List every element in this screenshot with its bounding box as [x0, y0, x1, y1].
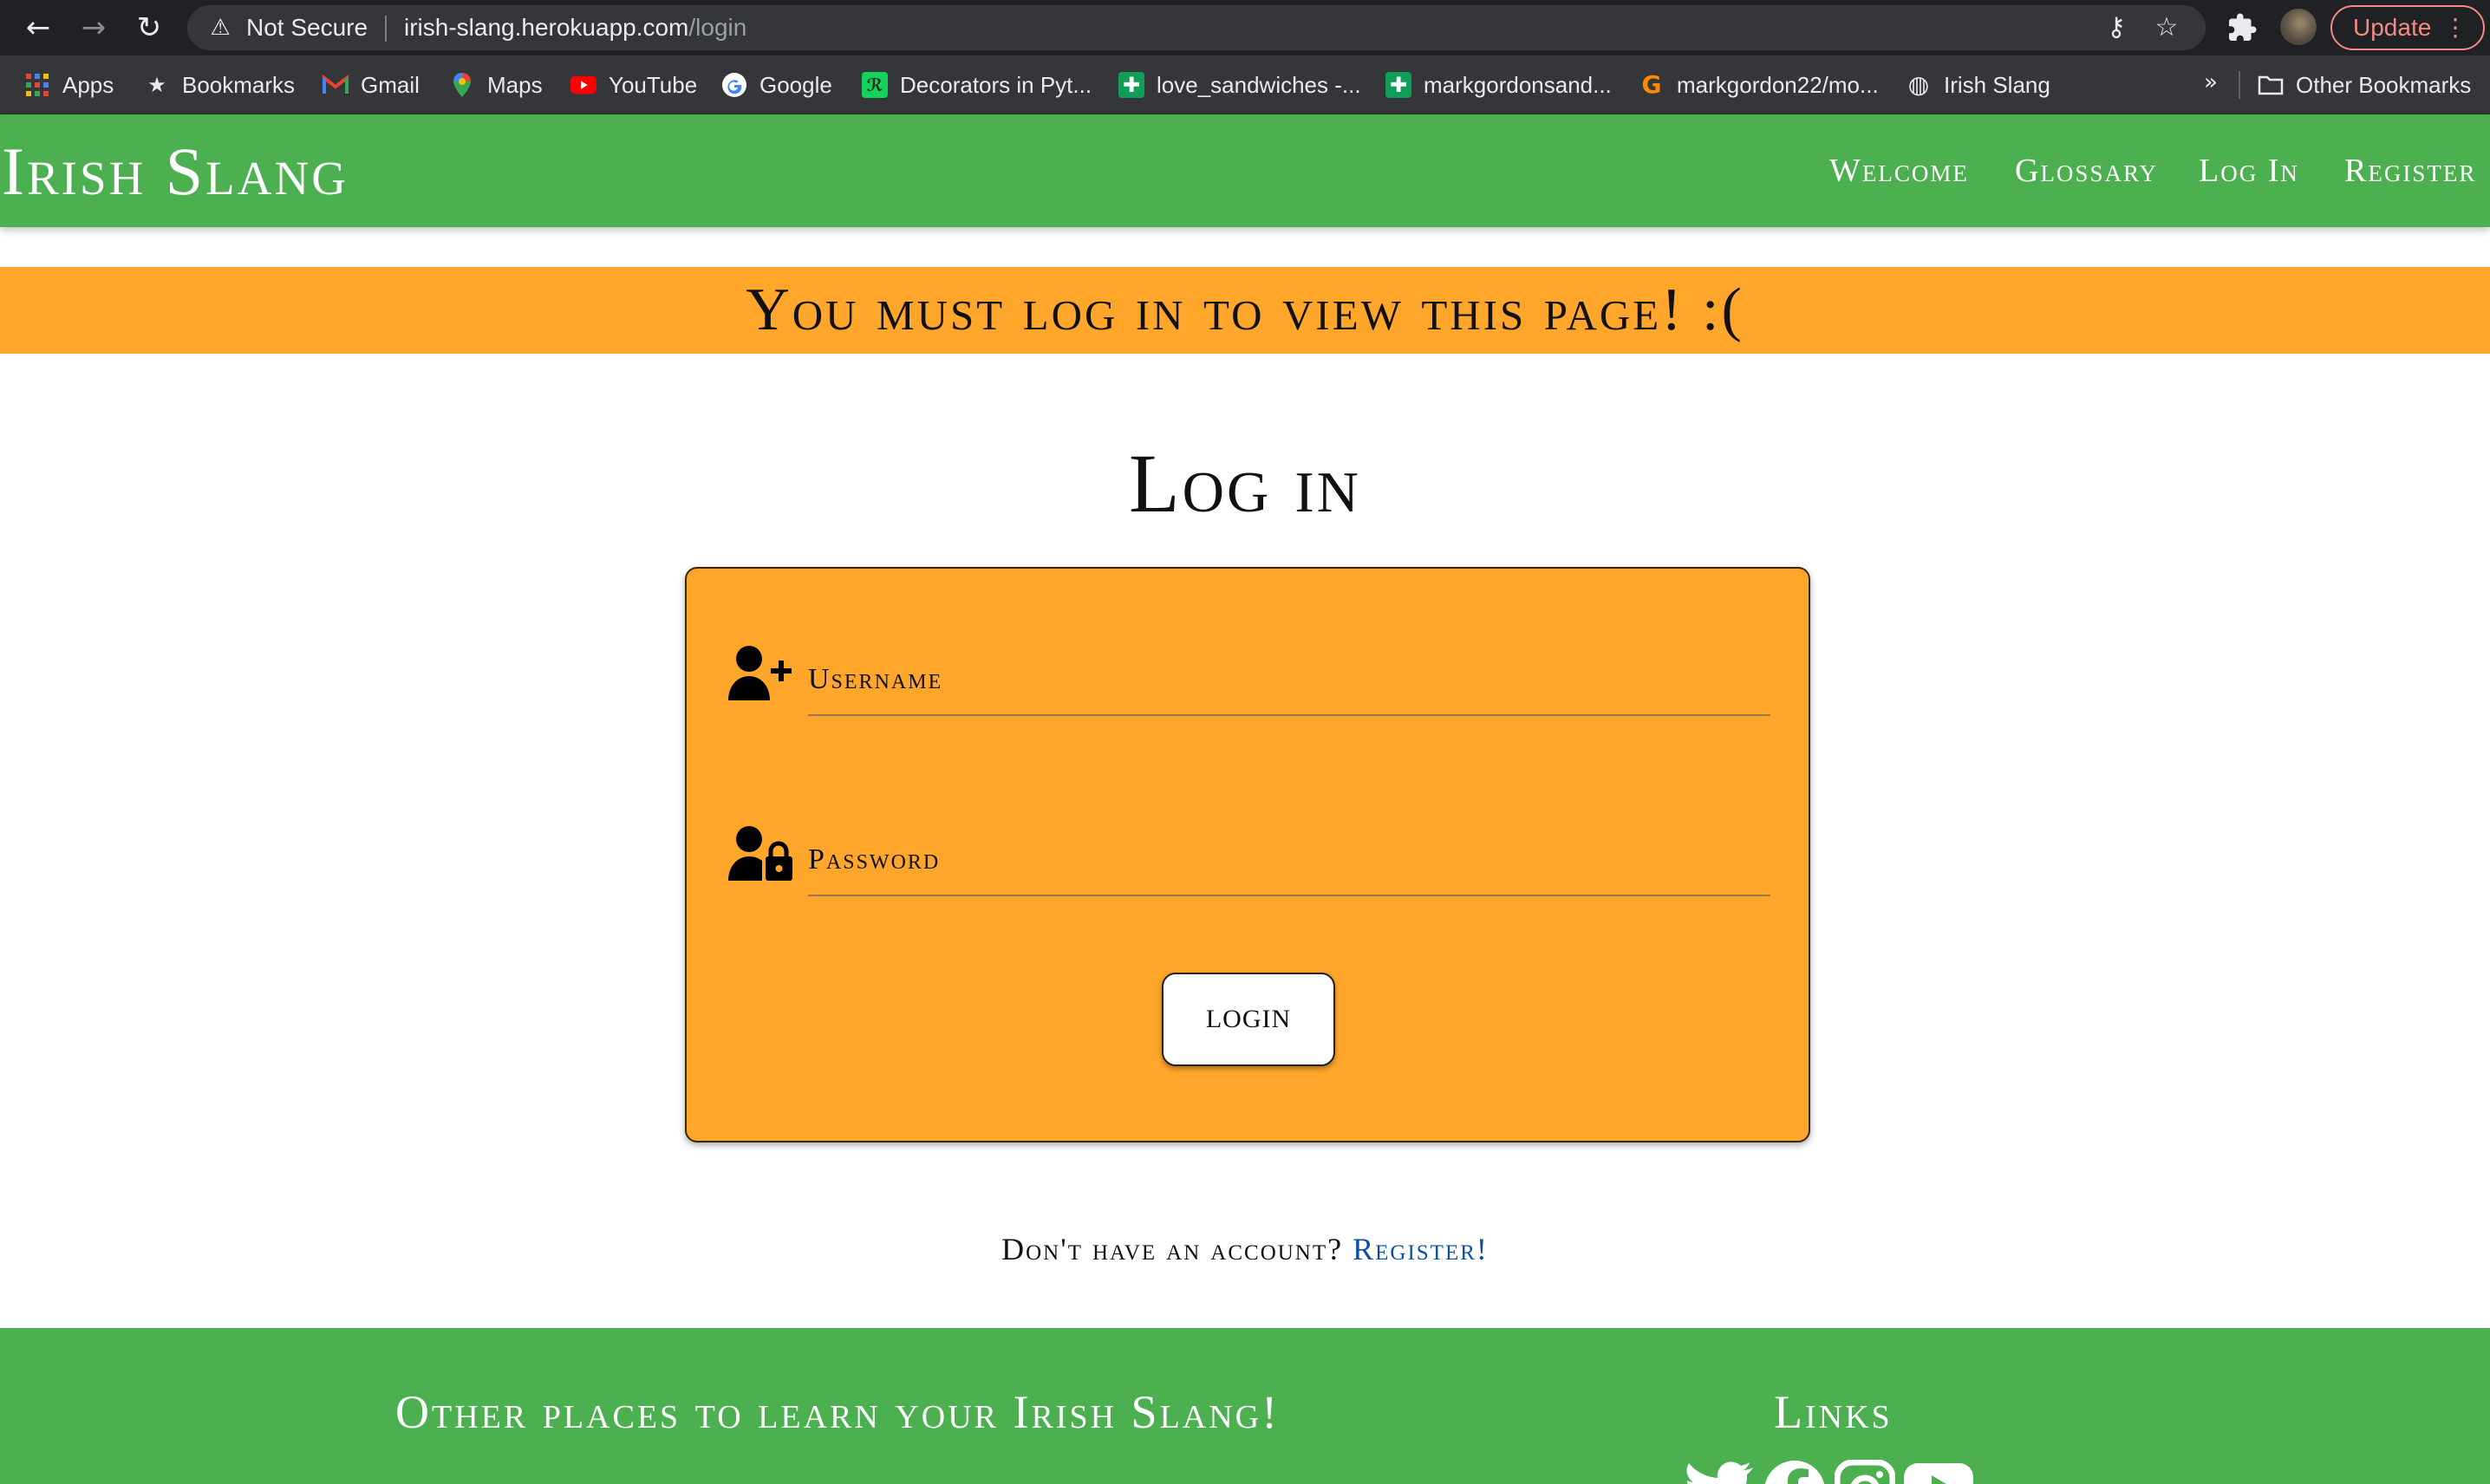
- url-host: irish-slang.herokuapp.com: [404, 14, 689, 41]
- user-lock-icon: [728, 825, 794, 886]
- flash-message-text: You must log in to view this page! :(: [746, 277, 1744, 343]
- sheets-icon: ✚: [1385, 72, 1411, 98]
- nav-link-welcome[interactable]: Welcome: [1829, 151, 1969, 191]
- register-prompt: Don't have an account? Register!: [0, 1229, 2490, 1269]
- reload-icon[interactable]: ↻: [130, 9, 168, 47]
- menu-kebab-icon[interactable]: ⋮: [2443, 7, 2467, 49]
- page-title: Log in: [1128, 437, 1362, 530]
- gitpod-icon: G: [1641, 70, 1662, 99]
- bookmark-irish-slang[interactable]: ◍ Irish Slang: [1906, 55, 2050, 114]
- login-form: Username Password LOGIN: [685, 567, 1810, 1142]
- bookmarks-divider: [2239, 71, 2240, 99]
- forward-arrow-icon[interactable]: →: [75, 9, 113, 47]
- more-bookmarks-chevron-icon[interactable]: »: [2204, 69, 2218, 95]
- bookmark-bookmarks[interactable]: ★ Bookmarks: [144, 55, 295, 114]
- bookmarks-bar: Apps ★ Bookmarks Gmail Maps YouTube Goog…: [0, 55, 2490, 114]
- nav-link-glossary[interactable]: Glossary: [2015, 151, 2158, 191]
- bookmark-maps[interactable]: Maps: [449, 55, 543, 114]
- sheets-icon: ✚: [1118, 72, 1144, 98]
- flash-message-banner: You must log in to view this page! :(: [0, 267, 2490, 354]
- warning-icon[interactable]: ⚠: [206, 13, 234, 42]
- bookmark-gmail[interactable]: Gmail: [323, 55, 420, 114]
- bookmark-youtube[interactable]: YouTube: [570, 55, 697, 114]
- bookmark-gitpod[interactable]: G markgordon22/mo...: [1639, 55, 1879, 114]
- apps-grid-icon: [24, 72, 50, 98]
- google-icon: [721, 72, 747, 98]
- decorators-icon: ℛ: [862, 72, 888, 98]
- register-link[interactable]: Register!: [1353, 1232, 1489, 1266]
- globe-icon: ◍: [1907, 70, 1930, 99]
- youtube-icon: [570, 72, 596, 98]
- bookmark-decorators[interactable]: ℛ Decorators in Pyt...: [862, 55, 1092, 114]
- twitter-icon[interactable]: [1685, 1460, 1753, 1484]
- key-icon[interactable]: ⚷: [2102, 13, 2131, 42]
- url-text[interactable]: irish-slang.herokuapp.com/login: [404, 13, 746, 42]
- address-bar[interactable]: ⚠ Not Secure irish-slang.herokuapp.com/l…: [187, 5, 2206, 50]
- security-label[interactable]: Not Secure: [246, 13, 368, 42]
- url-path: /login: [688, 14, 747, 41]
- extensions-puzzle-icon[interactable]: [2225, 10, 2259, 45]
- instagram-icon[interactable]: [1834, 1459, 1896, 1484]
- register-prompt-text: Don't have an account?: [1001, 1232, 1344, 1266]
- browser-toolbar: ← → ↻ ⚠ Not Secure irish-slang.herokuapp…: [0, 0, 2490, 55]
- nav-link-log-in[interactable]: Log In: [2199, 151, 2299, 191]
- footer-heading-links: Links: [1774, 1386, 1893, 1438]
- folder-icon: [2258, 72, 2284, 98]
- bookmark-star-icon[interactable]: ☆: [2152, 13, 2181, 42]
- youtube-social-icon[interactable]: [1904, 1460, 1973, 1484]
- update-label: Update: [2353, 14, 2432, 41]
- footer-heading-resources: Other places to learn your Irish Slang!: [395, 1386, 1281, 1438]
- username-underline: [808, 714, 1770, 716]
- bookmark-apps[interactable]: Apps: [24, 55, 114, 114]
- gmail-icon: [323, 72, 349, 98]
- maps-pin-icon: [449, 72, 475, 98]
- nav-link-register[interactable]: Register: [2344, 151, 2476, 191]
- site-brand[interactable]: Irish Slang: [2, 137, 349, 206]
- site-navbar: Irish Slang Welcome Glossary Log In Regi…: [0, 114, 2490, 227]
- bookmark-google[interactable]: Google: [721, 55, 832, 114]
- back-arrow-icon[interactable]: ←: [19, 9, 57, 47]
- bookmark-other-bookmarks[interactable]: Other Bookmarks: [2258, 55, 2471, 114]
- bookmark-love-sandwiches[interactable]: ✚ love_sandwiches -...: [1118, 55, 1361, 114]
- password-input[interactable]: [808, 841, 1770, 879]
- update-button[interactable]: Update ⋮: [2330, 5, 2485, 50]
- star-icon: ★: [147, 73, 166, 97]
- facebook-icon[interactable]: [1763, 1460, 1826, 1484]
- password-underline: [808, 895, 1770, 896]
- site-footer: Other places to learn your Irish Slang! …: [0, 1328, 2490, 1484]
- profile-avatar[interactable]: [2280, 9, 2317, 45]
- omnibox-divider: [385, 16, 387, 42]
- bookmark-markgordonsand[interactable]: ✚ markgordonsand...: [1385, 55, 1612, 114]
- user-plus-icon: [728, 645, 794, 706]
- login-button[interactable]: LOGIN: [1162, 973, 1335, 1066]
- username-input[interactable]: [808, 661, 1770, 699]
